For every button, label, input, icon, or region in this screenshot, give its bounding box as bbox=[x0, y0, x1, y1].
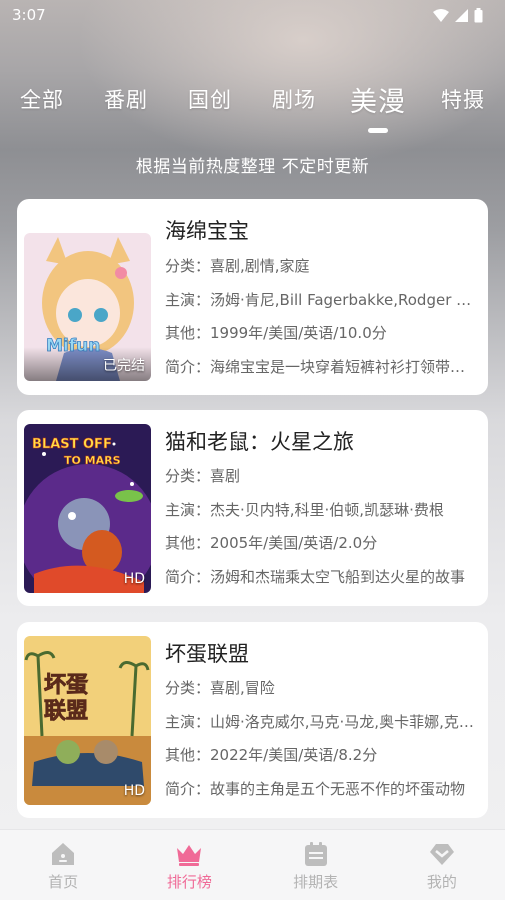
item-cast: 主演：汤姆·肯尼,Bill Fagerbakke,Rodger Bumpass bbox=[165, 291, 480, 309]
cover-image: BLAST OFF TO MARS HD bbox=[24, 424, 151, 593]
status-bar: 3:07 bbox=[0, 0, 505, 30]
svg-text:TO MARS: TO MARS bbox=[64, 454, 121, 467]
item-title: 猫和老鼠：火星之旅 bbox=[165, 430, 354, 454]
list-item[interactable]: BLAST OFF TO MARS HD 猫和老鼠：火星之旅 分类：喜剧 主演：… bbox=[17, 410, 488, 606]
item-cast: 主演：杰夫·贝内特,科里·伯顿,凯瑟琳·费根 bbox=[165, 501, 444, 519]
item-other: 其他：2005年/美国/英语/2.0分 bbox=[165, 534, 378, 552]
item-category: 分类：喜剧,剧情,家庭 bbox=[165, 257, 310, 275]
item-other: 其他：2022年/美国/英语/8.2分 bbox=[165, 746, 378, 764]
crown-icon bbox=[175, 840, 203, 868]
bad-guys-cover: 坏蛋 联盟 bbox=[24, 636, 151, 805]
nav-home-label: 首页 bbox=[48, 873, 79, 891]
signal-icon bbox=[455, 8, 468, 22]
status-time: 3:07 bbox=[12, 6, 46, 24]
item-title: 坏蛋联盟 bbox=[165, 642, 249, 666]
nav-ranking[interactable]: 排行榜 bbox=[126, 830, 252, 900]
item-category: 分类：喜剧 bbox=[165, 467, 241, 485]
item-intro: 简介：故事的主角是五个无恶不作的坏蛋动物 bbox=[165, 780, 466, 798]
nav-profile[interactable]: 我的 bbox=[379, 830, 505, 900]
list-item[interactable]: Mifun 已完结 海绵宝宝 分类：喜剧,剧情,家庭 主演：汤姆·肯尼,Bill… bbox=[17, 199, 488, 395]
category-tabs: 全部 番剧 国创 剧场 美漫 特摄 bbox=[0, 84, 505, 134]
nav-schedule[interactable]: 排期表 bbox=[253, 830, 379, 900]
item-cast: 主演：山姆·洛克威尔,马克·马龙,奥卡菲娜,克雷格 bbox=[165, 713, 480, 731]
wifi-icon bbox=[433, 8, 449, 22]
hd-badge: HD bbox=[123, 571, 145, 587]
item-other: 其他：1999年/美国/英语/10.0分 bbox=[165, 324, 387, 342]
item-intro: 简介：汤姆和杰瑞乘太空飞船到达火星的故事 bbox=[165, 568, 466, 586]
hd-badge: HD bbox=[123, 783, 145, 799]
item-category: 分类：喜剧,冒险 bbox=[165, 679, 275, 697]
nav-schedule-label: 排期表 bbox=[293, 873, 339, 891]
tab-all[interactable]: 全部 bbox=[20, 84, 64, 114]
cover-image: Mifun 已完结 bbox=[24, 233, 151, 381]
tab-fanju[interactable]: 番剧 bbox=[104, 84, 148, 114]
tab-meiman[interactable]: 美漫 bbox=[350, 80, 406, 119]
list-item[interactable]: 坏蛋 联盟 HD 坏蛋联盟 分类：喜剧,冒险 主演：山姆·洛克威尔,马克·马龙,… bbox=[17, 622, 488, 818]
svg-text:坏蛋: 坏蛋 bbox=[44, 673, 88, 698]
item-title: 海绵宝宝 bbox=[165, 219, 249, 243]
home-icon bbox=[49, 840, 77, 868]
nav-home[interactable]: 首页 bbox=[0, 830, 126, 900]
heart-icon bbox=[428, 840, 456, 868]
bottom-nav: 首页 排行榜 排期表 我的 bbox=[0, 829, 505, 900]
cover-image: 坏蛋 联盟 HD bbox=[24, 636, 151, 805]
status-badge: 已完结 bbox=[103, 358, 145, 374]
tab-tese[interactable]: 特摄 bbox=[441, 84, 485, 114]
calendar-icon bbox=[302, 840, 330, 868]
item-intro: 简介：海绵宝宝是一块穿着短裤衬衫打领带的海绵 bbox=[165, 358, 480, 376]
tab-guochuang[interactable]: 国创 bbox=[188, 84, 232, 114]
ranking-subtitle: 根据当前热度整理 不定时更新 bbox=[135, 157, 370, 177]
tom-jerry-cover: BLAST OFF TO MARS bbox=[24, 424, 151, 593]
active-tab-indicator bbox=[368, 128, 388, 133]
battery-icon bbox=[474, 7, 483, 22]
tab-juchang[interactable]: 剧场 bbox=[272, 84, 316, 114]
nav-profile-label: 我的 bbox=[426, 873, 457, 891]
nav-ranking-label: 排行榜 bbox=[166, 873, 212, 891]
svg-text:联盟: 联盟 bbox=[44, 699, 88, 724]
svg-text:BLAST OFF: BLAST OFF bbox=[32, 437, 112, 452]
